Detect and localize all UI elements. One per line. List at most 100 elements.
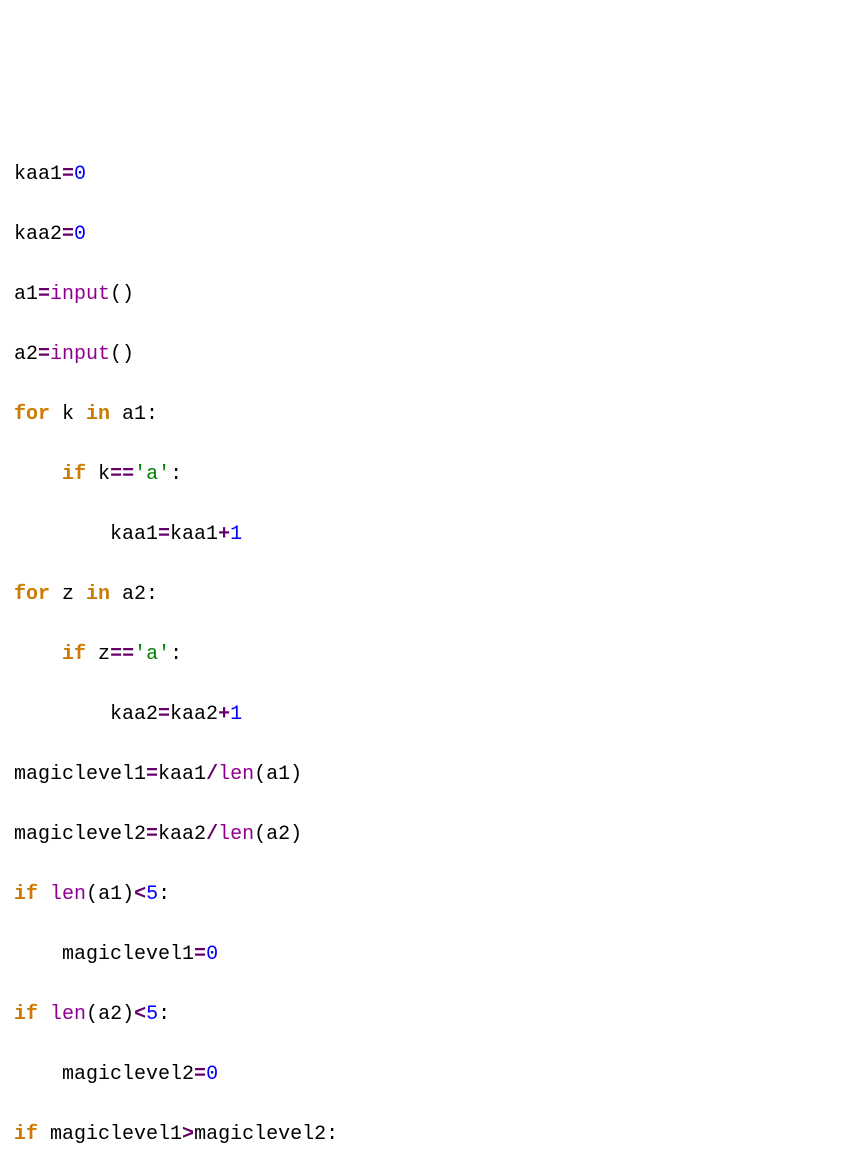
paren-open: ( bbox=[254, 823, 266, 846]
variable: magiclevel2 bbox=[14, 823, 146, 846]
paren-close: ) bbox=[290, 763, 302, 786]
function: len bbox=[50, 883, 86, 906]
operator: = bbox=[38, 283, 50, 306]
keyword: for bbox=[14, 583, 50, 606]
operator: == bbox=[110, 643, 134, 666]
number: 0 bbox=[74, 163, 86, 186]
colon: : bbox=[170, 643, 182, 666]
variable: z bbox=[98, 643, 110, 666]
code-line-8: for z in a2: bbox=[14, 580, 842, 610]
code-line-4: a2=input() bbox=[14, 340, 842, 370]
space bbox=[86, 643, 98, 666]
variable: kaa1 bbox=[14, 163, 62, 186]
operator: > bbox=[182, 1123, 194, 1146]
indent bbox=[14, 643, 62, 666]
code-line-9: if z=='a': bbox=[14, 640, 842, 670]
keyword: if bbox=[14, 883, 38, 906]
number: 5 bbox=[146, 883, 158, 906]
operator: / bbox=[206, 763, 218, 786]
code-line-5: for k in a1: bbox=[14, 400, 842, 430]
variable: k bbox=[98, 463, 110, 486]
operator: < bbox=[134, 1003, 146, 1026]
colon: : bbox=[158, 883, 170, 906]
number: 0 bbox=[206, 943, 218, 966]
variable: kaa2 bbox=[14, 223, 62, 246]
keyword: for bbox=[14, 403, 50, 426]
code-line-15: if len(a2)<5: bbox=[14, 1000, 842, 1030]
number: 5 bbox=[146, 1003, 158, 1026]
operator: = bbox=[158, 523, 170, 546]
operator: == bbox=[110, 463, 134, 486]
operator: < bbox=[134, 883, 146, 906]
argument: a2 bbox=[266, 823, 290, 846]
number: 1 bbox=[230, 703, 242, 726]
keyword: in bbox=[86, 403, 110, 426]
number: 0 bbox=[206, 1063, 218, 1086]
indent bbox=[14, 1063, 62, 1086]
variable: magiclevel1 bbox=[38, 1123, 182, 1146]
paren-close: ) bbox=[290, 823, 302, 846]
code-line-12: magiclevel2=kaa2/len(a2) bbox=[14, 820, 842, 850]
keyword: if bbox=[14, 1003, 38, 1026]
function: len bbox=[50, 1003, 86, 1026]
argument: a1 bbox=[266, 763, 290, 786]
space bbox=[86, 463, 98, 486]
operator: / bbox=[206, 823, 218, 846]
code-line-3: a1=input() bbox=[14, 280, 842, 310]
indent bbox=[14, 463, 62, 486]
function: len bbox=[218, 763, 254, 786]
paren-open: ( bbox=[86, 883, 98, 906]
code-line-7: kaa1=kaa1+1 bbox=[14, 520, 842, 550]
string: 'a' bbox=[134, 463, 170, 486]
string: 'a' bbox=[134, 643, 170, 666]
variable: magiclevel2: bbox=[194, 1123, 338, 1146]
operator: = bbox=[146, 823, 158, 846]
indent bbox=[14, 943, 62, 966]
operator: = bbox=[194, 1063, 206, 1086]
keyword: in bbox=[86, 583, 110, 606]
paren-open: ( bbox=[254, 763, 266, 786]
paren-close: ) bbox=[122, 883, 134, 906]
code-line-2: kaa2=0 bbox=[14, 220, 842, 250]
variable: kaa1 bbox=[158, 763, 206, 786]
code-line-16: magiclevel2=0 bbox=[14, 1060, 842, 1090]
operator: = bbox=[194, 943, 206, 966]
colon: : bbox=[158, 1003, 170, 1026]
code-line-11: magiclevel1=kaa1/len(a1) bbox=[14, 760, 842, 790]
variable: a2: bbox=[110, 583, 158, 606]
keyword: if bbox=[62, 463, 86, 486]
code-line-1: kaa1=0 bbox=[14, 160, 842, 190]
operator: = bbox=[38, 343, 50, 366]
operator: = bbox=[62, 163, 74, 186]
operator: = bbox=[62, 223, 74, 246]
code-block: kaa1=0 kaa2=0 a1=input() a2=input() for … bbox=[14, 130, 842, 1156]
code-line-14: magiclevel1=0 bbox=[14, 940, 842, 970]
argument: a2 bbox=[98, 1003, 122, 1026]
operator: + bbox=[218, 523, 230, 546]
code-line-13: if len(a1)<5: bbox=[14, 880, 842, 910]
code-line-6: if k=='a': bbox=[14, 460, 842, 490]
space bbox=[38, 883, 50, 906]
variable: a1: bbox=[110, 403, 158, 426]
variable: kaa1 bbox=[170, 523, 218, 546]
parens: () bbox=[110, 343, 134, 366]
variable: kaa2 bbox=[170, 703, 218, 726]
keyword: if bbox=[14, 1123, 38, 1146]
variable: kaa2 bbox=[158, 823, 206, 846]
colon: : bbox=[170, 463, 182, 486]
variable: kaa2 bbox=[110, 703, 158, 726]
variable: magiclevel1 bbox=[62, 943, 194, 966]
variable: k bbox=[50, 403, 86, 426]
paren-close: ) bbox=[122, 1003, 134, 1026]
variable: a1 bbox=[14, 283, 38, 306]
code-line-17: if magiclevel1>magiclevel2: bbox=[14, 1120, 842, 1150]
operator: = bbox=[146, 763, 158, 786]
code-line-10: kaa2=kaa2+1 bbox=[14, 700, 842, 730]
variable: kaa1 bbox=[110, 523, 158, 546]
function: len bbox=[218, 823, 254, 846]
variable: a2 bbox=[14, 343, 38, 366]
variable: magiclevel1 bbox=[14, 763, 146, 786]
operator: = bbox=[158, 703, 170, 726]
number: 1 bbox=[230, 523, 242, 546]
number: 0 bbox=[74, 223, 86, 246]
